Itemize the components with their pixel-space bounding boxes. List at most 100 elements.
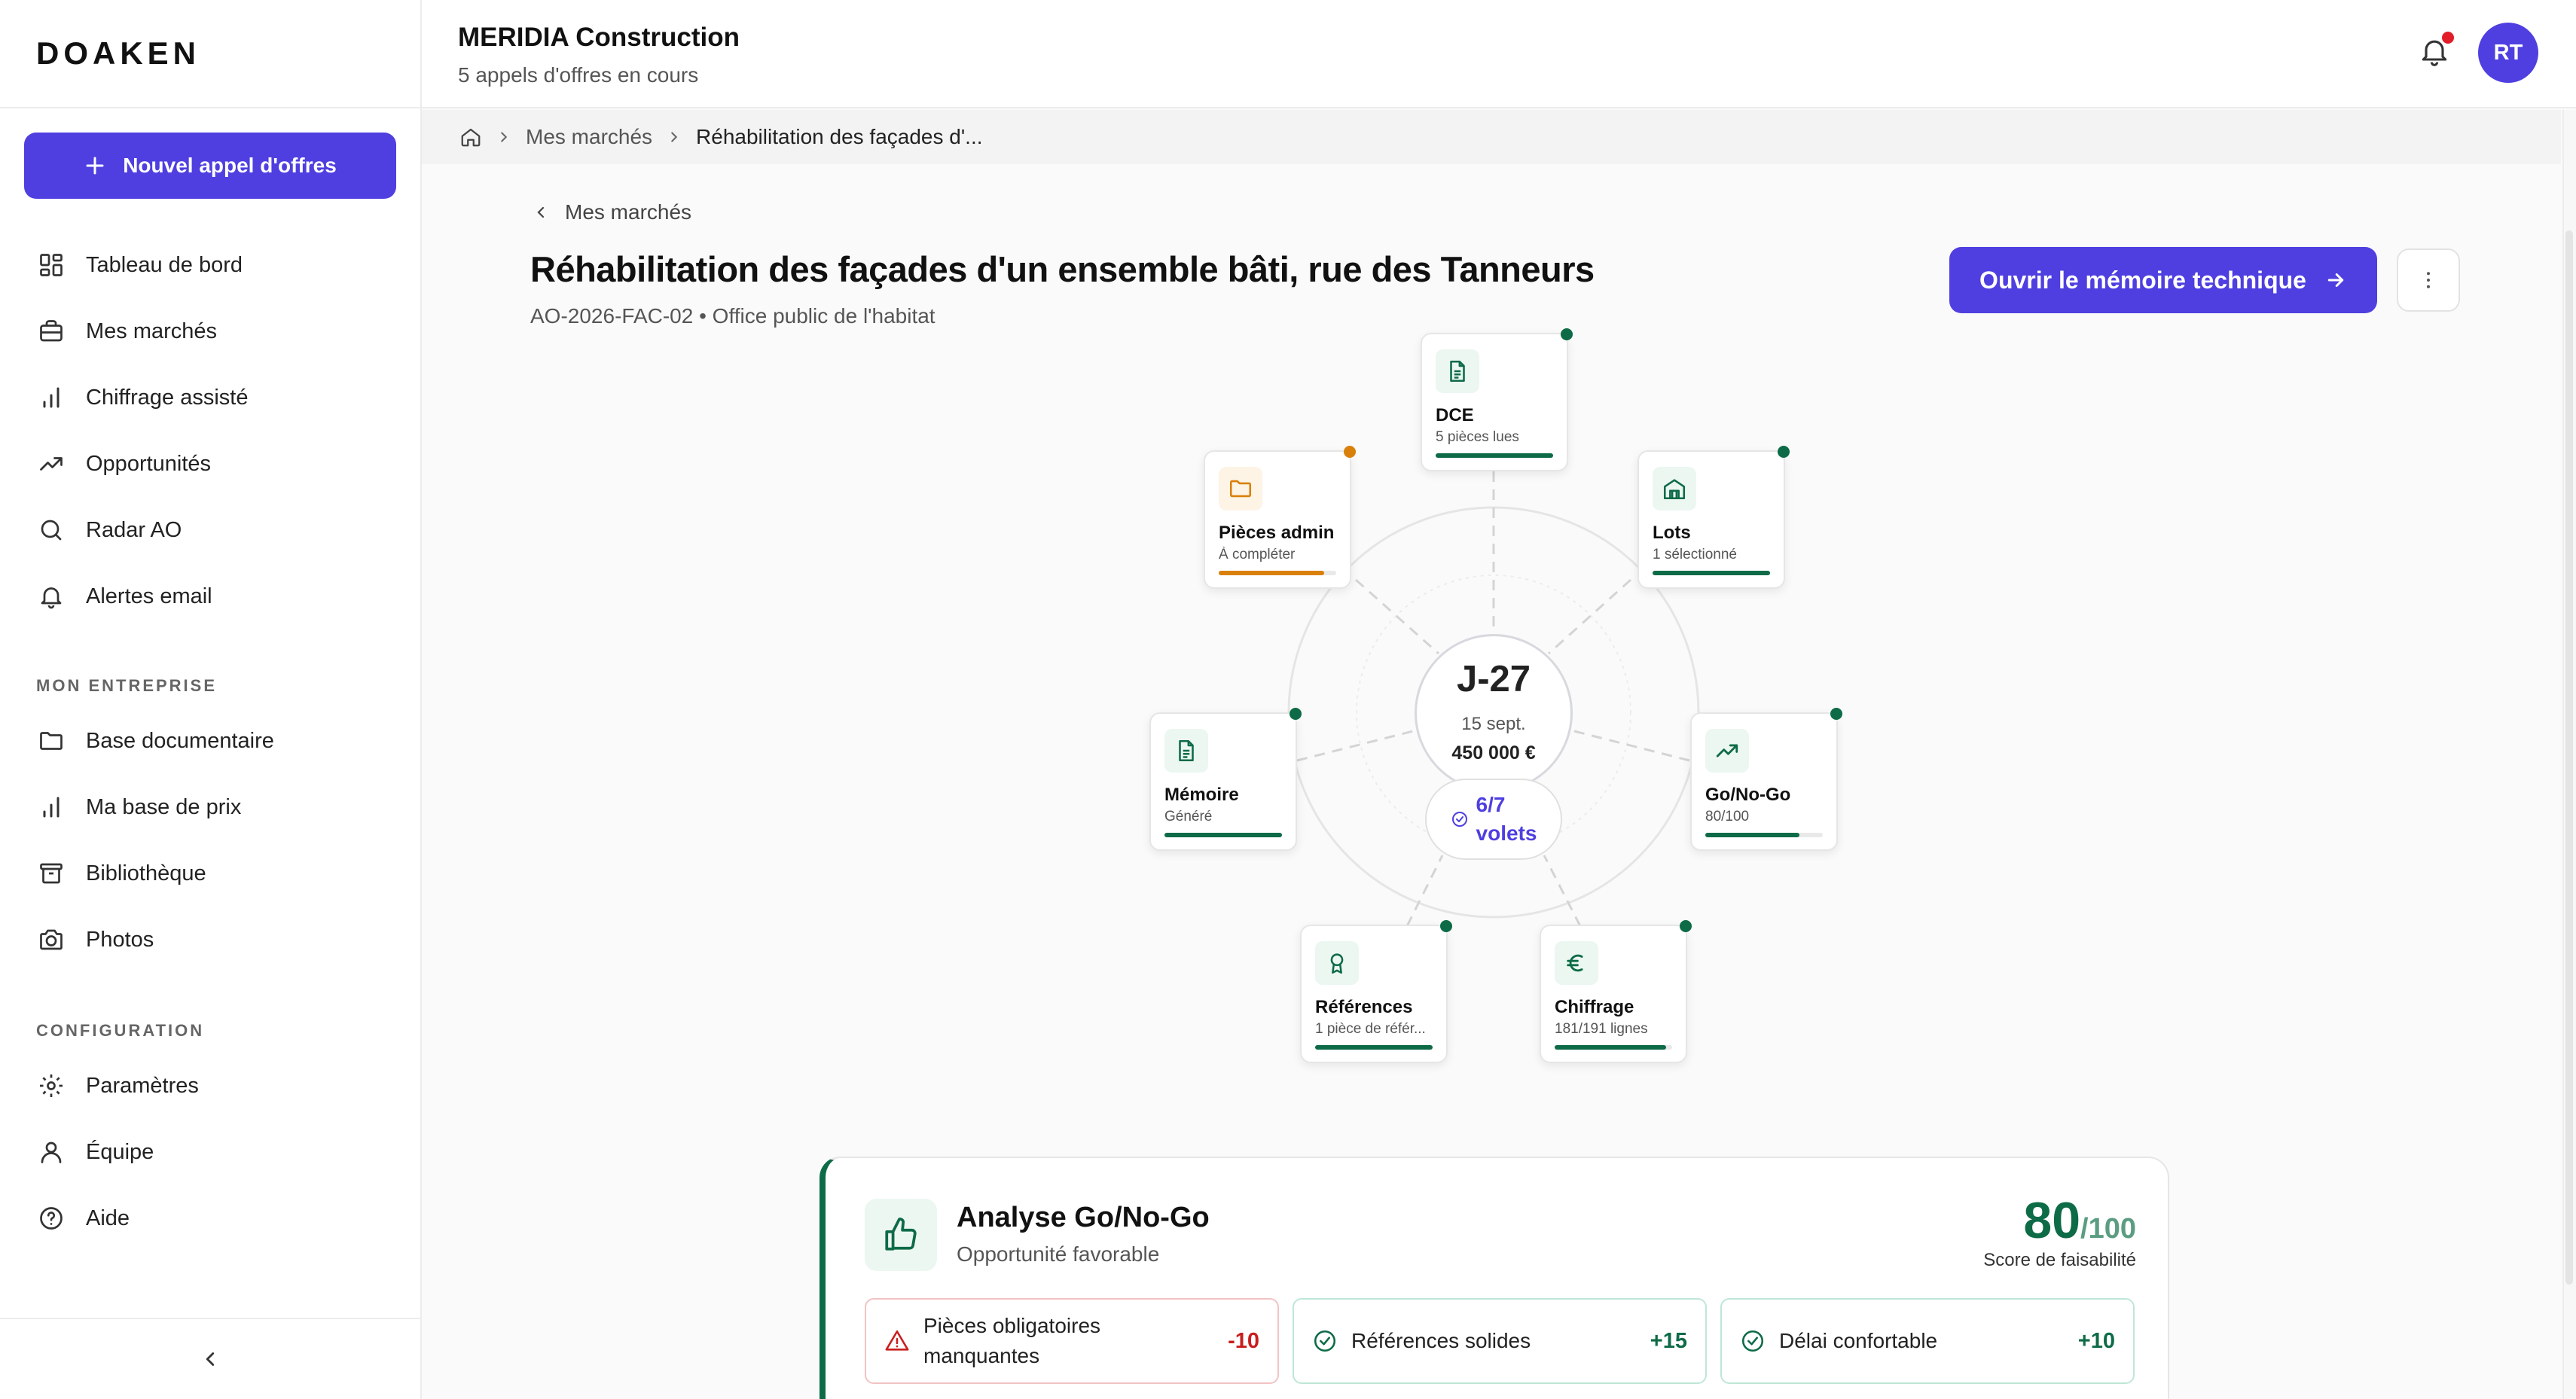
- avatar[interactable]: RT: [2478, 23, 2538, 83]
- tender-reference: AO-2026-FAC-02 • Office public de l'habi…: [530, 304, 935, 328]
- node-progress: [1315, 1045, 1433, 1050]
- node-progress-fill: [1555, 1045, 1667, 1050]
- node-progress-fill: [1653, 571, 1770, 575]
- factor-value: +15: [1650, 1328, 1687, 1353]
- back-link[interactable]: Mes marchés: [532, 200, 691, 224]
- breadcrumb: Mes marchés Réhabilitation des façades d…: [422, 110, 2561, 164]
- sidebar-item-help[interactable]: Aide: [36, 1197, 130, 1239]
- gear-icon: [36, 1071, 66, 1101]
- factor-card[interactable]: Pièces obligatoires manquantes -10: [865, 1298, 1279, 1384]
- top-header: MERIDIA Construction 5 appels d'offres e…: [422, 0, 2576, 108]
- sidebar-item-label: Chiffrage assisté: [86, 385, 249, 410]
- factor-card[interactable]: Délai confortable +10: [1720, 1298, 2135, 1384]
- node-go-no-go[interactable]: Go/No-Go 80/100: [1690, 708, 1842, 851]
- sidebar-item-label: Mes marchés: [86, 319, 218, 343]
- node-sub: Généré: [1164, 809, 1213, 824]
- sidebar-item-team[interactable]: Équipe: [36, 1131, 154, 1173]
- node-admin-documents[interactable]: Pièces admin À compléter: [1204, 446, 1356, 589]
- score-value: 80: [2023, 1192, 2081, 1249]
- chevron-left-icon: [532, 203, 550, 221]
- factor-label: Références solides: [1351, 1329, 1531, 1352]
- sidebar-item-opportunities[interactable]: Opportunités: [36, 443, 211, 485]
- check-circle-icon: [1312, 1328, 1338, 1354]
- sidebar-item-dashboard[interactable]: Tableau de bord: [36, 244, 243, 286]
- more-vertical-icon: [2417, 269, 2440, 291]
- home-icon[interactable]: [459, 126, 482, 148]
- sidebar-item-radar[interactable]: Radar AO: [36, 509, 182, 551]
- scrollbar[interactable]: [2562, 110, 2576, 1399]
- status-dot: [1561, 328, 1573, 340]
- folder-icon: [36, 726, 66, 756]
- breadcrumb-markets[interactable]: Mes marchés: [526, 125, 652, 149]
- node-sub: À compléter: [1219, 547, 1296, 562]
- open-technical-memo-button[interactable]: Ouvrir le mémoire technique: [1949, 247, 2377, 313]
- building-icon: [1653, 467, 1696, 511]
- node-progress: [1164, 833, 1282, 837]
- score-label: Score de faisabilité: [1983, 1250, 2136, 1270]
- node-sub: 5 pièces lues: [1436, 429, 1519, 445]
- go-no-go-card: Analyse Go/No-Go Opportunité favorable 8…: [819, 1157, 2169, 1399]
- node-label: Pièces admin: [1219, 523, 1335, 543]
- more-options-button[interactable]: [2397, 248, 2460, 312]
- archive-icon: [36, 858, 66, 888]
- node-memo[interactable]: Mémoire Généré: [1149, 708, 1302, 851]
- logo-area: DOAKEN: [0, 0, 420, 108]
- tenders-count: 5 appels d'offres en cours: [458, 63, 699, 87]
- factor-card[interactable]: Références solides +15: [1293, 1298, 1707, 1384]
- sidebar-item-pricing[interactable]: Chiffrage assisté: [36, 376, 248, 419]
- score-max: /100: [2080, 1213, 2136, 1245]
- company-name: MERIDIA Construction: [458, 23, 740, 52]
- trending-up-icon: [36, 449, 66, 479]
- status-dot: [1680, 920, 1692, 932]
- check-circle-icon: [1740, 1328, 1766, 1354]
- sidebar-item-library[interactable]: Bibliothèque: [36, 852, 206, 895]
- check-circle-icon: [1451, 810, 1469, 828]
- node-progress: [1436, 453, 1553, 458]
- file-text-icon: [1436, 349, 1479, 393]
- node-progress-fill: [1705, 833, 1799, 837]
- award-icon: [1315, 941, 1359, 985]
- section-my-company: MON ENTREPRISE: [36, 676, 218, 695]
- section-configuration: CONFIGURATION: [36, 1021, 205, 1040]
- factor-label: Délai confortable: [1779, 1329, 1938, 1352]
- sidebar-item-label: Bibliothèque: [86, 861, 206, 885]
- sidebar-item-alerts[interactable]: Alertes email: [36, 575, 212, 617]
- sidebar-item-settings[interactable]: Paramètres: [36, 1065, 199, 1107]
- sidebar-item-label: Photos: [86, 927, 154, 952]
- deadline-countdown: J-27: [1456, 659, 1531, 700]
- sidebar-item-label: Paramètres: [86, 1073, 199, 1098]
- help-icon: [36, 1203, 66, 1233]
- dashboard-icon: [36, 250, 66, 280]
- sidebar-item-documents[interactable]: Base documentaire: [36, 720, 274, 762]
- camera-icon: [36, 925, 66, 955]
- sections-progress-text: 6/7 volets: [1476, 791, 1537, 848]
- chevron-left-icon: [199, 1348, 221, 1370]
- sidebar-item-label: Opportunités: [86, 451, 212, 476]
- node-lots[interactable]: Lots 1 sélectionné: [1637, 446, 1790, 589]
- status-dot: [1778, 446, 1790, 458]
- status-dot: [1344, 446, 1356, 458]
- deadline-date: 15 sept.: [1461, 714, 1526, 734]
- node-label: Lots: [1653, 523, 1691, 543]
- new-tender-button[interactable]: Nouvel appel d'offres: [24, 133, 396, 199]
- node-progress: [1219, 571, 1336, 575]
- sidebar-item-photos[interactable]: Photos: [36, 919, 154, 961]
- bar-chart-icon: [36, 792, 66, 822]
- node-references[interactable]: Références 1 pièce de référ...: [1300, 920, 1452, 1063]
- bar-chart-icon: [36, 383, 66, 413]
- node-pricing[interactable]: Chiffrage 181/191 lignes: [1540, 920, 1692, 1063]
- collapse-sidebar-button[interactable]: [0, 1318, 420, 1399]
- node-dce[interactable]: DCE 5 pièces lues: [1421, 328, 1573, 471]
- node-sub: 80/100: [1705, 809, 1750, 824]
- logo[interactable]: DOAKEN: [36, 35, 200, 72]
- search-icon: [36, 515, 66, 545]
- scrollbar-thumb[interactable]: [2565, 230, 2573, 1285]
- sidebar-item-price-base[interactable]: Ma base de prix: [36, 786, 241, 828]
- node-label: Chiffrage: [1555, 997, 1634, 1017]
- node-label: Références: [1315, 997, 1413, 1017]
- sidebar-item-label: Radar AO: [86, 517, 182, 542]
- folder-icon: [1219, 467, 1262, 511]
- node-progress-fill: [1219, 571, 1325, 575]
- sidebar-item-label: Aide: [86, 1205, 130, 1230]
- sidebar-item-markets[interactable]: Mes marchés: [36, 310, 217, 352]
